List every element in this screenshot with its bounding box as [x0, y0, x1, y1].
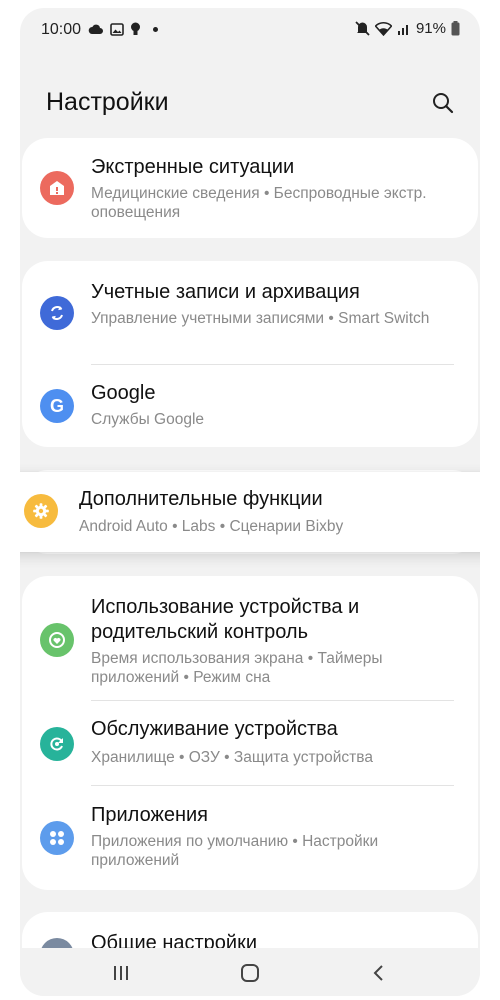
- heart-circle-icon: [40, 623, 74, 657]
- image-icon: [110, 22, 124, 36]
- navigation-bar: [20, 948, 480, 996]
- status-time: 10:00: [41, 21, 82, 38]
- cloud-icon: [88, 24, 103, 34]
- system-icons: 91%: [355, 20, 460, 37]
- battery-percent: 91%: [415, 20, 446, 37]
- home-icon: [241, 964, 259, 982]
- gear-plus-icon: [24, 494, 58, 528]
- item-subtitle: Android Auto • Labs • Сценарии Bixby: [79, 518, 344, 535]
- sync-icon: [40, 296, 74, 330]
- emergency-icon: [40, 171, 74, 205]
- item-subtitle: Управление учетными записями • Smart Swi…: [91, 310, 430, 327]
- item-title: Экстренные ситуации: [91, 156, 295, 178]
- bulb-icon: [131, 22, 140, 35]
- phone-screen: 10:00 91% Настройки Экстренные ситуации …: [20, 8, 480, 996]
- item-title: Google: [91, 382, 156, 404]
- recents-button[interactable]: [101, 958, 141, 988]
- card-emergency: Экстренные ситуации Медицинские сведения…: [22, 138, 478, 238]
- card-accounts: Учетные записи и архивация Управление уч…: [22, 261, 478, 447]
- back-icon: [373, 965, 383, 981]
- search-icon: [433, 93, 454, 114]
- item-title: Обслуживание устройства: [91, 718, 338, 740]
- search-button[interactable]: [428, 88, 458, 118]
- status-bar: 10:00 91%: [20, 8, 480, 52]
- item-title: Использование устройства и родительский …: [91, 596, 360, 643]
- settings-item-wellbeing[interactable]: Использование устройства и родительский …: [22, 576, 478, 700]
- item-subtitle: Медицинские сведения • Беспроводные экст…: [91, 185, 427, 221]
- wifi-icon: [374, 21, 392, 36]
- item-subtitle: Приложения по умолчанию • Настройки прил…: [91, 833, 379, 869]
- page-title: Настройки: [46, 88, 169, 116]
- notification-icons: [88, 22, 158, 36]
- settings-item-google[interactable]: G Google Службы Google: [22, 365, 478, 447]
- settings-item-device-care[interactable]: Обслуживание устройства Хранилище • ОЗУ …: [22, 701, 478, 784]
- item-title: Дополнительные функции: [79, 488, 323, 510]
- refresh-icon: [40, 727, 74, 761]
- settings-item-apps[interactable]: Приложения Приложения по умолчанию • Нас…: [22, 786, 478, 890]
- item-title: Учетные записи и архивация: [91, 281, 360, 303]
- back-button[interactable]: [359, 958, 399, 988]
- battery-icon: [451, 21, 460, 36]
- settings-item-accounts[interactable]: Учетные записи и архивация Управление уч…: [22, 261, 478, 364]
- settings-item-emergency[interactable]: Экстренные ситуации Медицинские сведения…: [22, 138, 478, 238]
- item-subtitle: Время использования экрана • Таймеры при…: [91, 650, 383, 686]
- settings-item-advanced-features[interactable]: Дополнительные функции Android Auto • La…: [20, 472, 480, 552]
- signal-icon: [397, 24, 408, 35]
- card-device: Использование устройства и родительский …: [22, 576, 478, 890]
- apps-grid-icon: [40, 821, 74, 855]
- item-subtitle: Службы Google: [91, 411, 205, 428]
- home-button[interactable]: [230, 958, 270, 988]
- google-icon: G: [40, 389, 74, 423]
- mute-icon: [355, 21, 370, 36]
- item-subtitle: Хранилище • ОЗУ • Защита устройства: [91, 749, 373, 766]
- dot-icon: [153, 26, 158, 32]
- item-title: Приложения: [91, 804, 209, 826]
- recents-icon: [114, 966, 128, 980]
